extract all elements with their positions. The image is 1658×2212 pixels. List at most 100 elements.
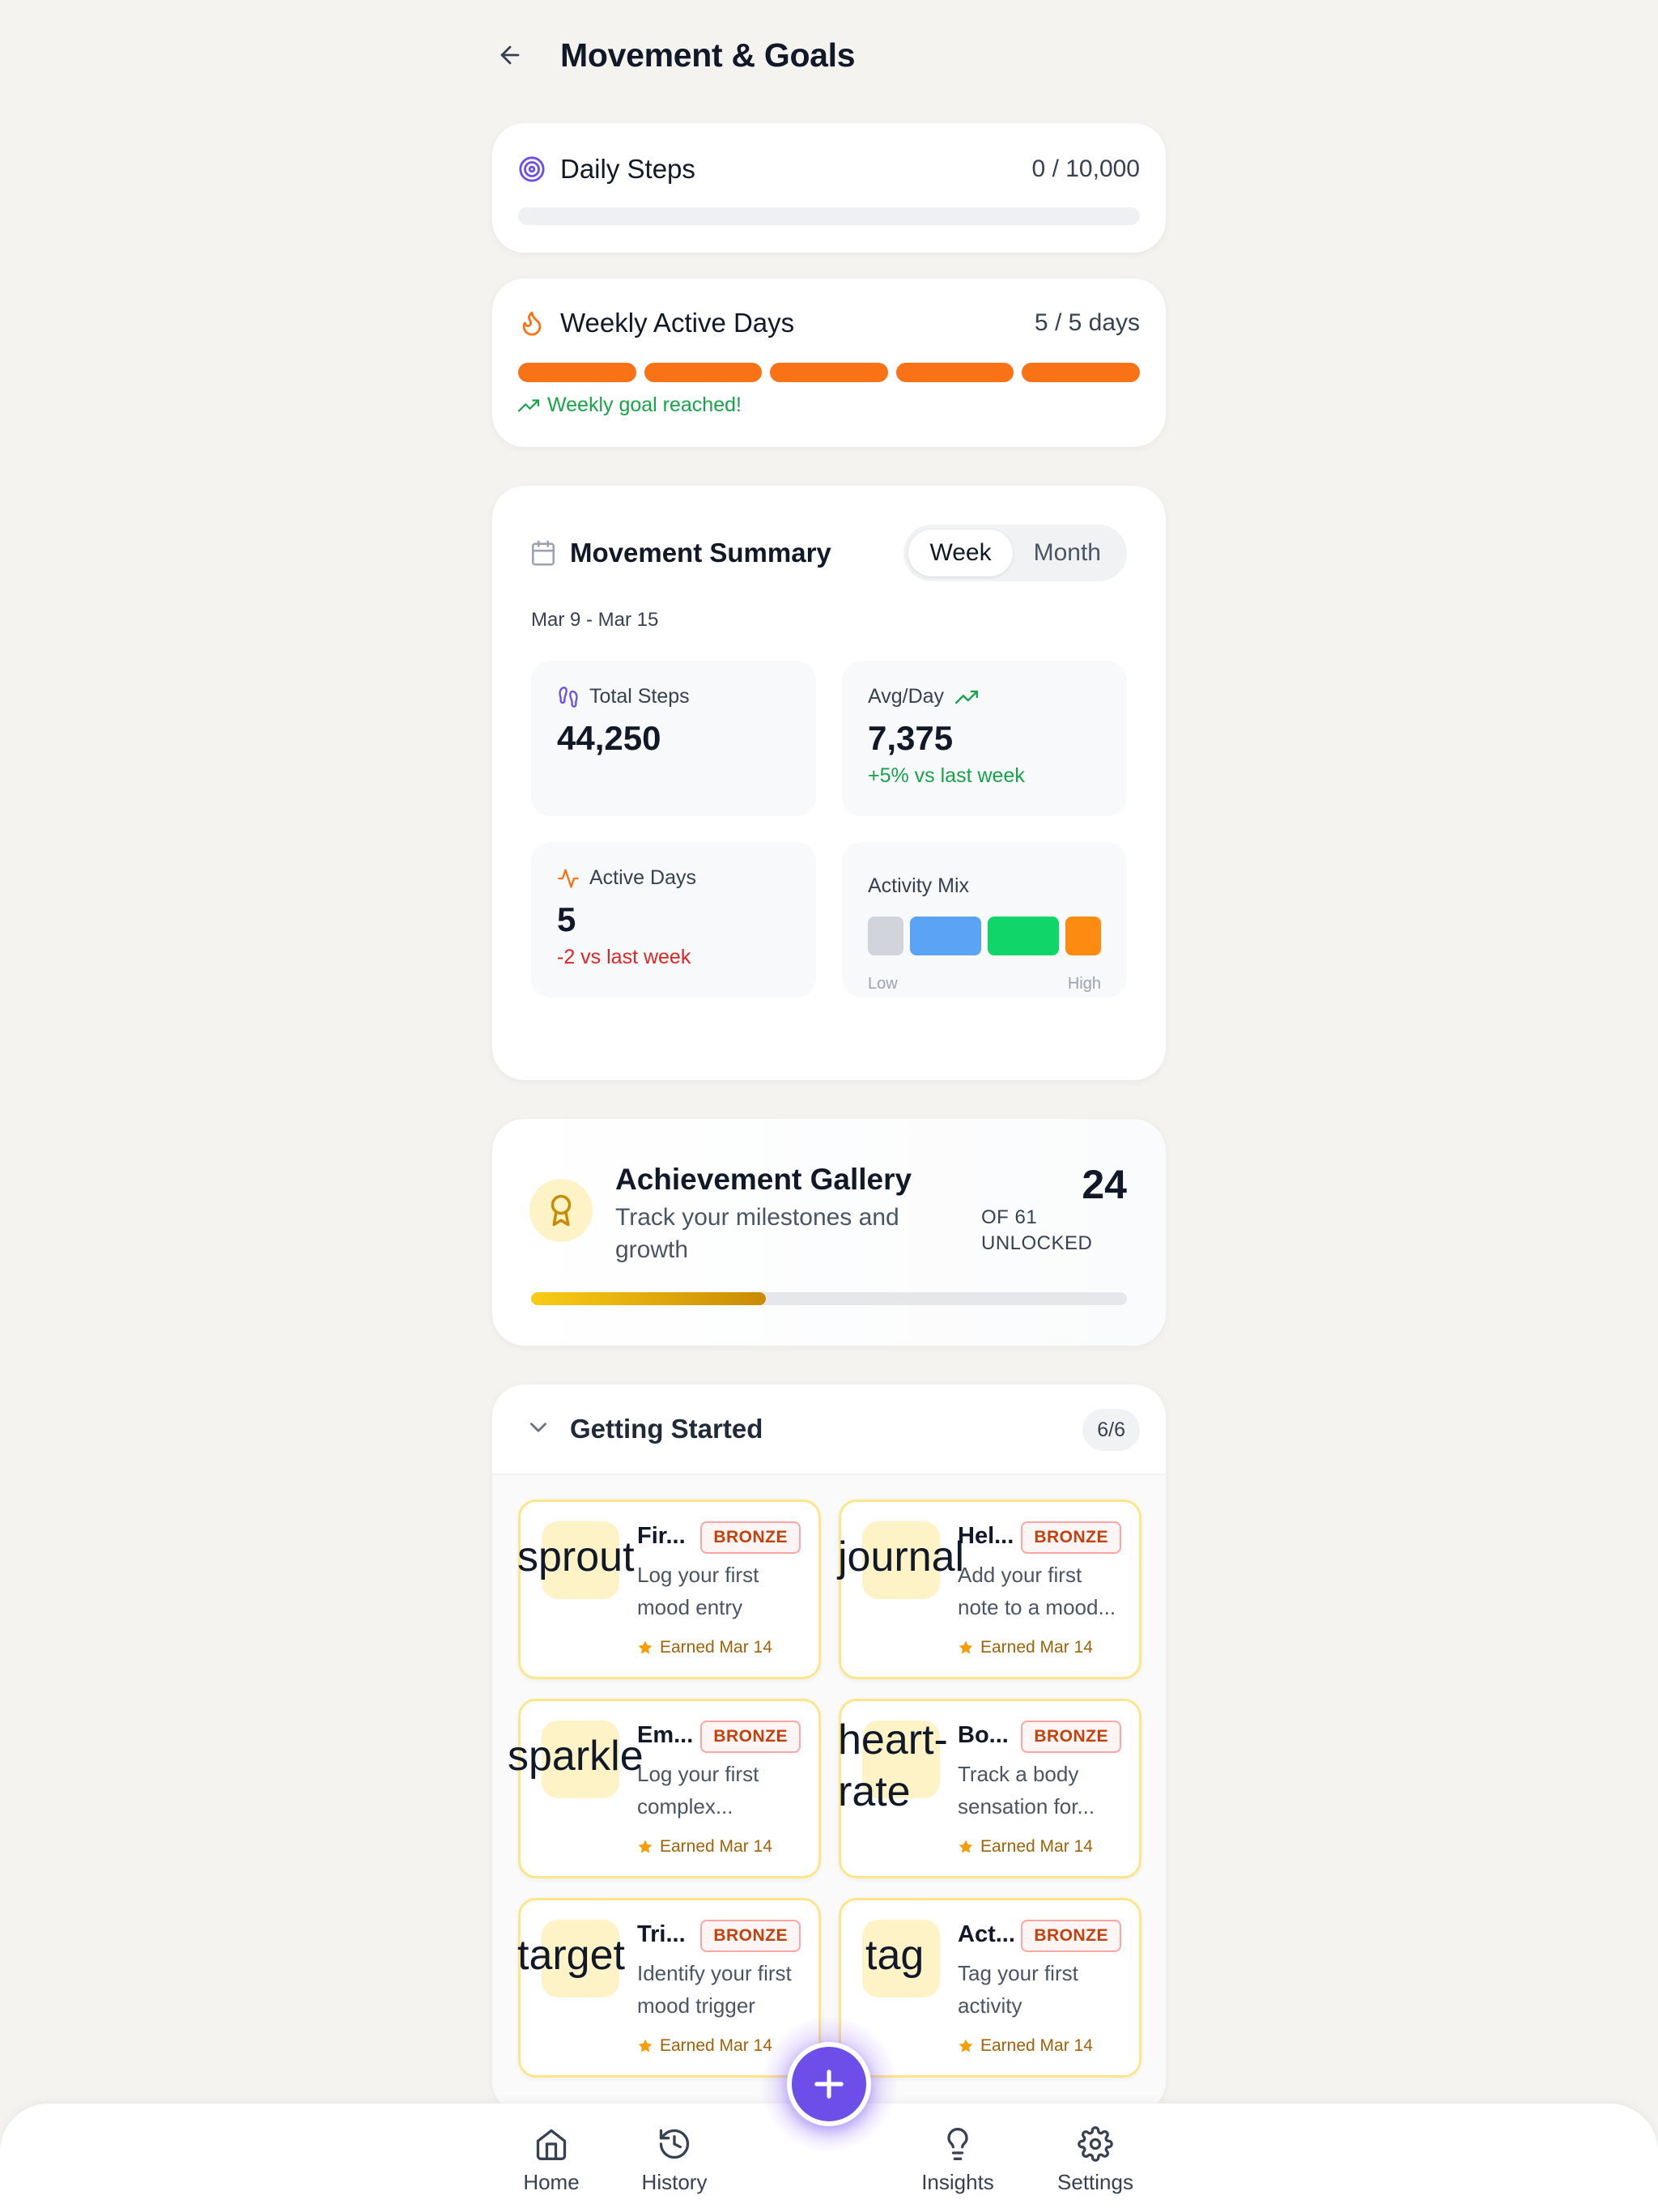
tag-icon: tag xyxy=(865,1932,925,1979)
achievement-gallery-card[interactable]: Achievement Gallery Track your milestone… xyxy=(492,1119,1166,1346)
badge-description: Add your first note to a mood... xyxy=(958,1563,1116,1619)
badge-name: Hel... xyxy=(958,1523,1014,1549)
daily-steps-progress xyxy=(518,207,1140,225)
badge-tier: BRONZE xyxy=(1021,1521,1121,1554)
nav-insights-label: Insights xyxy=(921,2170,994,2194)
avg-day-value: 7,375 xyxy=(868,719,954,757)
period-toggle: Week Month xyxy=(903,525,1127,581)
back-button[interactable] xyxy=(492,37,528,73)
daily-steps-card[interactable]: Daily Steps 0 / 10,000 xyxy=(492,123,1166,253)
weekly-active-card[interactable]: Weekly Active Days 5 / 5 days Weekly goa… xyxy=(492,279,1166,447)
flame-icon xyxy=(522,311,542,336)
chevron-down-icon[interactable] xyxy=(525,1414,552,1441)
badge-earned-text: Earned Mar 14 xyxy=(660,1837,772,1856)
total-steps-label: Total Steps xyxy=(589,685,690,708)
star-icon xyxy=(959,2039,973,2052)
sprout-icon: sprout xyxy=(517,1534,635,1580)
badge-tier: BRONZE xyxy=(1021,1721,1121,1753)
badge-tier: BRONZE xyxy=(700,1920,801,1952)
badge-tier: BRONZE xyxy=(1021,1920,1121,1952)
badge-card[interactable]: sprout Fir... BRONZE Log your first mood… xyxy=(517,1499,821,1679)
weekly-goal-note-text: Weekly goal reached! xyxy=(547,393,742,416)
avg-day-stat: Avg/Day 7,375 +5% vs last week xyxy=(842,661,1127,816)
add-entry-button[interactable] xyxy=(787,2042,871,2126)
nav-settings-label: Settings xyxy=(1057,2170,1133,2194)
summary-header: Movement Summary Week Month xyxy=(529,525,1127,581)
nav-home[interactable]: Home xyxy=(491,2126,612,2195)
nav-history[interactable]: History xyxy=(614,2126,735,2195)
toggle-week[interactable]: Week xyxy=(908,530,1013,576)
achievement-unlocked: UNLOCKED xyxy=(981,1232,1093,1254)
badge-earned-text: Earned Mar 14 xyxy=(660,2036,772,2055)
achievement-progress-fill xyxy=(531,1292,766,1305)
plus-icon xyxy=(814,2069,844,2099)
badge-card[interactable]: heart-rate Bo... BRONZE Track a body sen… xyxy=(838,1699,1141,1878)
target-icon xyxy=(519,156,545,182)
badge-tier: BRONZE xyxy=(700,1521,801,1554)
badge-earned: Earned Mar 14 xyxy=(958,1638,1093,1657)
activity-mix-label: Activity Mix xyxy=(868,874,969,897)
badge-earned-text: Earned Mar 14 xyxy=(660,1638,772,1657)
trending-up-icon xyxy=(518,398,539,412)
badge-earned: Earned Mar 14 xyxy=(958,2036,1093,2056)
getting-started-header[interactable]: Getting Started 6/6 xyxy=(492,1385,1166,1475)
activity-mix-bar xyxy=(1065,917,1101,955)
summary-title: Movement Summary xyxy=(570,538,831,568)
total-steps-stat: Total Steps 44,250 xyxy=(531,661,816,816)
getting-started-count: 6/6 xyxy=(1082,1409,1140,1451)
activity-mix-bars xyxy=(868,917,1101,955)
activity-mix-low: Low xyxy=(868,975,898,993)
star-icon xyxy=(959,1840,973,1853)
home-icon xyxy=(536,2129,567,2160)
weekly-active-segments xyxy=(518,363,1140,382)
total-steps-value: 44,250 xyxy=(557,719,661,757)
weekly-active-segment xyxy=(895,363,1014,382)
weekly-active-segment xyxy=(644,363,763,382)
badge-description: Log your first complex... xyxy=(637,1762,759,1819)
badge-card[interactable]: sparkle Em... BRONZE Log your first comp… xyxy=(508,1699,821,1878)
badge-earned: Earned Mar 14 xyxy=(958,1837,1093,1857)
avg-day-change: +5% vs last week xyxy=(868,764,1025,787)
journal-icon: journal xyxy=(838,1534,965,1580)
toggle-month[interactable]: Month xyxy=(1013,530,1122,576)
star-icon xyxy=(959,1640,973,1654)
badge-earned: Earned Mar 14 xyxy=(637,2036,772,2056)
badge-name: Fir... xyxy=(637,1523,686,1549)
badge-description: Log your first mood entry xyxy=(637,1563,759,1619)
achievement-progress xyxy=(531,1292,1127,1305)
badge-tier: BRONZE xyxy=(700,1721,801,1753)
weekly-active-segment xyxy=(770,363,888,382)
star-icon xyxy=(638,1640,653,1654)
heart-rate-icon: heart-rate xyxy=(838,1716,948,1815)
history-icon xyxy=(659,2129,690,2159)
weekly-active-label: Weekly Active Days xyxy=(560,308,795,338)
badge-earned: Earned Mar 14 xyxy=(637,1837,772,1857)
badge-card[interactable]: journal Hel... BRONZE Add your first not… xyxy=(838,1499,1141,1679)
activity-mix-high: High xyxy=(1067,975,1101,993)
weekly-active-row: Weekly Active Days 5 / 5 days xyxy=(518,303,1140,343)
nav-home-label: Home xyxy=(523,2170,580,2194)
nav-insights[interactable]: Insights xyxy=(897,2126,1018,2195)
lightbulb-icon xyxy=(947,2128,968,2160)
gear-icon xyxy=(1078,2126,1113,2162)
date-range: Mar 9 - Mar 15 xyxy=(531,609,659,631)
achievement-subtitle: Track your milestones and growth xyxy=(615,1204,899,1263)
badge-description: Track a body sensation for... xyxy=(958,1762,1095,1819)
weekly-active-value: 5 / 5 days xyxy=(1034,309,1140,336)
daily-steps-row: Daily Steps 0 / 10,000 xyxy=(518,149,1140,189)
nav-settings[interactable]: Settings xyxy=(1035,2126,1156,2195)
footprints-icon xyxy=(559,686,578,708)
badge-description: Identify your first mood trigger xyxy=(637,1961,792,2018)
badge-name: Tri... xyxy=(637,1921,686,1947)
star-icon xyxy=(638,2039,653,2052)
arrow-left-icon xyxy=(500,45,520,65)
activity-mix-stat: Activity Mix Low High xyxy=(842,842,1127,998)
trending-up-icon xyxy=(955,690,979,704)
nav-history-label: History xyxy=(641,2170,708,2194)
badge-earned-text: Earned Mar 14 xyxy=(980,2036,1093,2055)
active-days-change: -2 vs last week xyxy=(557,946,691,968)
sparkle-icon: sparkle xyxy=(508,1733,644,1780)
header: Movement & Goals xyxy=(492,29,1166,81)
badge-earned: Earned Mar 14 xyxy=(637,1638,772,1657)
getting-started-section: Getting Started 6/6 sprout Fir... BRONZE… xyxy=(492,1385,1166,2113)
